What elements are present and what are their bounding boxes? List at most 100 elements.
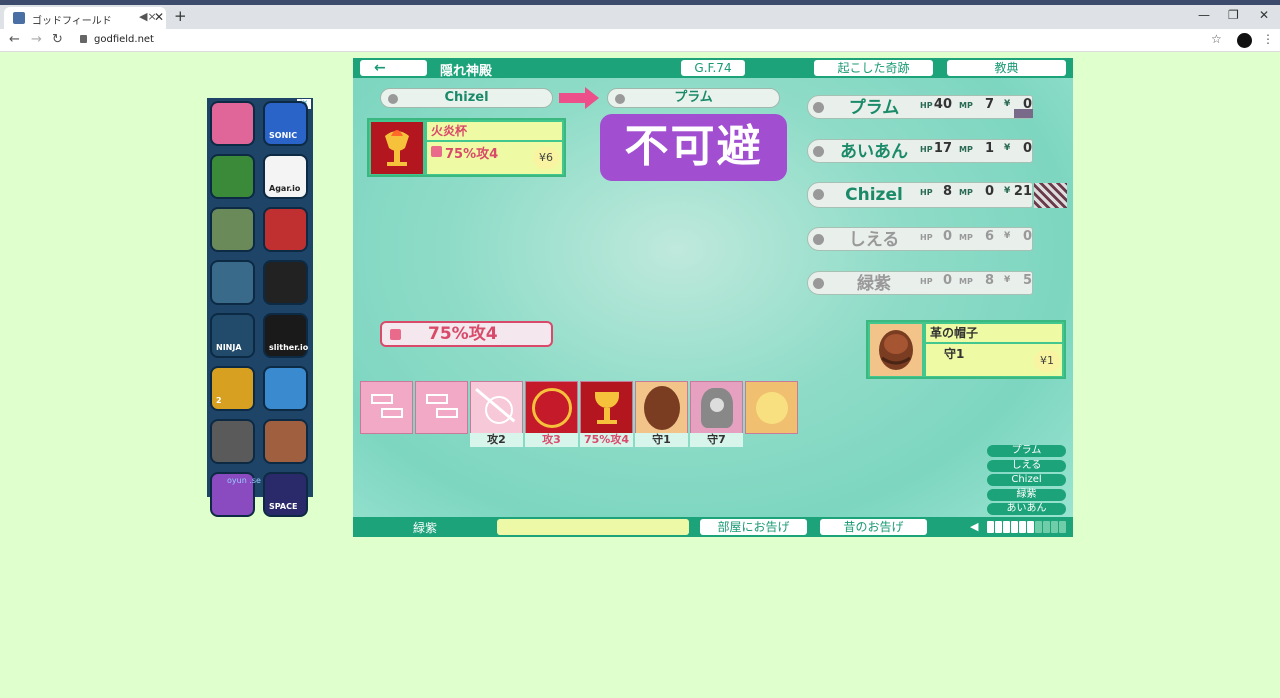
wand-icon[interactable] (470, 381, 523, 434)
ad-app-tile[interactable] (210, 260, 255, 305)
player-list-item[interactable]: 緑紫 (987, 488, 1066, 501)
ad-app-tile[interactable]: Agar.io (263, 154, 308, 199)
volume-level-bar[interactable] (987, 521, 994, 533)
player-status[interactable]: あいあん HP 17 MP 1 ¥0 (807, 139, 1033, 163)
player-status[interactable]: しえる HP 0 MP 6 ¥0 (807, 227, 1033, 251)
lock-icon[interactable] (80, 35, 87, 43)
player-list-item[interactable]: しえる (987, 459, 1066, 472)
volume-level-bar[interactable] (995, 521, 1002, 533)
ad-app-label: Agar.io (269, 184, 301, 193)
ad-footer[interactable]: oyun .se (227, 476, 261, 485)
new-tab-button[interactable]: + (174, 7, 187, 25)
fire-chalice-icon[interactable] (580, 381, 633, 434)
hp-value: 8 (942, 184, 952, 199)
bookmark-star-icon[interactable]: ☆ (1211, 32, 1222, 46)
miracles-button[interactable]: 起こした奇跡 (814, 60, 933, 76)
yen-value: 0 (1022, 229, 1032, 244)
volume-level-bar[interactable] (1059, 521, 1066, 533)
ad-panel[interactable]: i✕ SONICAgar.ioNINJAslither.io2SPACE oyu… (207, 98, 313, 517)
volume-level-bar[interactable] (1035, 521, 1042, 533)
game-top-bar: ← 隠れ神殿 G.F.74 起こした奇跡 教典 (353, 58, 1073, 79)
player-status[interactable]: Chizel HP 8 MP 0 ¥21 (807, 182, 1067, 208)
minimize-button[interactable]: — (1198, 8, 1210, 22)
back-arrow-icon[interactable]: ← (9, 32, 20, 47)
defense-card-cost: ¥1 (1034, 350, 1060, 372)
ad-app-tile[interactable]: NINJA (210, 313, 255, 358)
volume-level-bar[interactable] (1011, 521, 1018, 533)
yen-label: ¥ (1004, 186, 1011, 196)
blank-card-icon[interactable] (415, 381, 468, 434)
yen-value: 5 (1022, 273, 1032, 288)
ad-app-tile[interactable]: 2 (210, 366, 255, 411)
dragon-icon[interactable] (745, 381, 798, 434)
url-text[interactable]: godfield.net (94, 34, 154, 45)
yen-value: 21 (1013, 184, 1032, 199)
attack-effect-text: 75%攻4 (428, 324, 498, 344)
window-close-button[interactable]: ✕ (1259, 8, 1269, 22)
tab-close-icon[interactable]: ✕ (154, 10, 164, 24)
defender-name: プラム (674, 90, 713, 105)
ad-app-tile[interactable] (263, 260, 308, 305)
hp-label: HP (920, 277, 933, 286)
maximize-button[interactable]: ❐ (1228, 8, 1239, 22)
armor-icon[interactable] (690, 381, 743, 434)
player-list-item[interactable]: Chizel (987, 474, 1066, 486)
ad-app-tile[interactable] (263, 207, 308, 252)
hp-value: 40 (933, 97, 952, 112)
active-card-body: 75%攻4 ¥6 (427, 142, 562, 174)
ad-app-tile[interactable] (210, 207, 255, 252)
hp-value: 0 (942, 229, 952, 244)
fire-ring-icon[interactable] (525, 381, 578, 434)
back-button[interactable]: ← (360, 60, 427, 76)
hp-label: HP (920, 233, 933, 242)
yen-value: 0 (1022, 141, 1032, 156)
ad-app-tile[interactable] (210, 101, 255, 146)
player-status[interactable]: プラム HP 40 MP 7 ¥0 (807, 95, 1033, 119)
ad-app-tile[interactable]: slither.io (263, 313, 308, 358)
hand-card-label: 攻3 (525, 433, 578, 447)
attack-heart-icon (390, 329, 401, 340)
volume-icon[interactable]: ◀ (970, 520, 978, 533)
status-dot (813, 189, 824, 200)
volume-level-bar[interactable] (1051, 521, 1058, 533)
ad-app-tile[interactable]: SPACE (263, 472, 308, 517)
mp-value: 6 (984, 229, 994, 244)
reload-icon[interactable]: ↻ (52, 32, 63, 47)
scripture-button[interactable]: 教典 (947, 60, 1066, 76)
blank-card-icon[interactable] (360, 381, 413, 434)
player-status[interactable]: 緑紫 HP 0 MP 8 ¥5 (807, 271, 1033, 295)
ad-app-tile[interactable] (210, 154, 255, 199)
browser-tab[interactable]: ゴッドフィールド ◀× ✕ (4, 7, 166, 29)
leather-hat-icon (870, 324, 922, 376)
volume-level-bar[interactable] (1003, 521, 1010, 533)
ad-app-tile[interactable]: SONIC (263, 101, 308, 146)
room-notice-button[interactable]: 部屋にお告げ (700, 519, 807, 535)
status-dot (813, 278, 824, 289)
past-notice-button[interactable]: 昔のお告げ (820, 519, 927, 535)
ad-app-tile[interactable] (263, 419, 308, 464)
profile-avatar[interactable] (1237, 33, 1252, 48)
player-name: プラム (848, 98, 900, 118)
player-list-item[interactable]: あいあん (987, 503, 1066, 515)
ad-app-label: SONIC (269, 131, 298, 140)
player-list-item[interactable]: プラム (987, 445, 1066, 457)
mp-label: MP (959, 145, 973, 154)
volume-level-bar[interactable] (1027, 521, 1034, 533)
forward-arrow-icon[interactable]: → (31, 32, 42, 47)
leather-hat-icon[interactable] (635, 381, 688, 434)
volume-level-bar[interactable] (1019, 521, 1026, 533)
game-bottom-bar: 緑紫 部屋にお告げ 昔のお告げ ◀ (353, 517, 1073, 537)
hp-label: HP (920, 145, 933, 154)
mp-label: MP (959, 277, 973, 286)
volume-level-bar[interactable] (1043, 521, 1050, 533)
current-player-name: 緑紫 (413, 521, 438, 535)
active-card[interactable]: 火炎杯 75%攻4 ¥6 (367, 118, 566, 177)
ad-app-tile[interactable] (210, 419, 255, 464)
mp-label: MP (959, 188, 973, 197)
mp-value: 0 (984, 184, 994, 199)
defense-card[interactable]: 革の帽子 守1 ¥1 (866, 320, 1066, 379)
ad-app-tile[interactable] (263, 366, 308, 411)
browser-menu-icon[interactable]: ⋮ (1262, 32, 1274, 46)
chat-input[interactable] (497, 519, 689, 535)
game-board: ← 隠れ神殿 G.F.74 起こした奇跡 教典 Chizel プラム 火炎杯 7… (353, 58, 1073, 537)
